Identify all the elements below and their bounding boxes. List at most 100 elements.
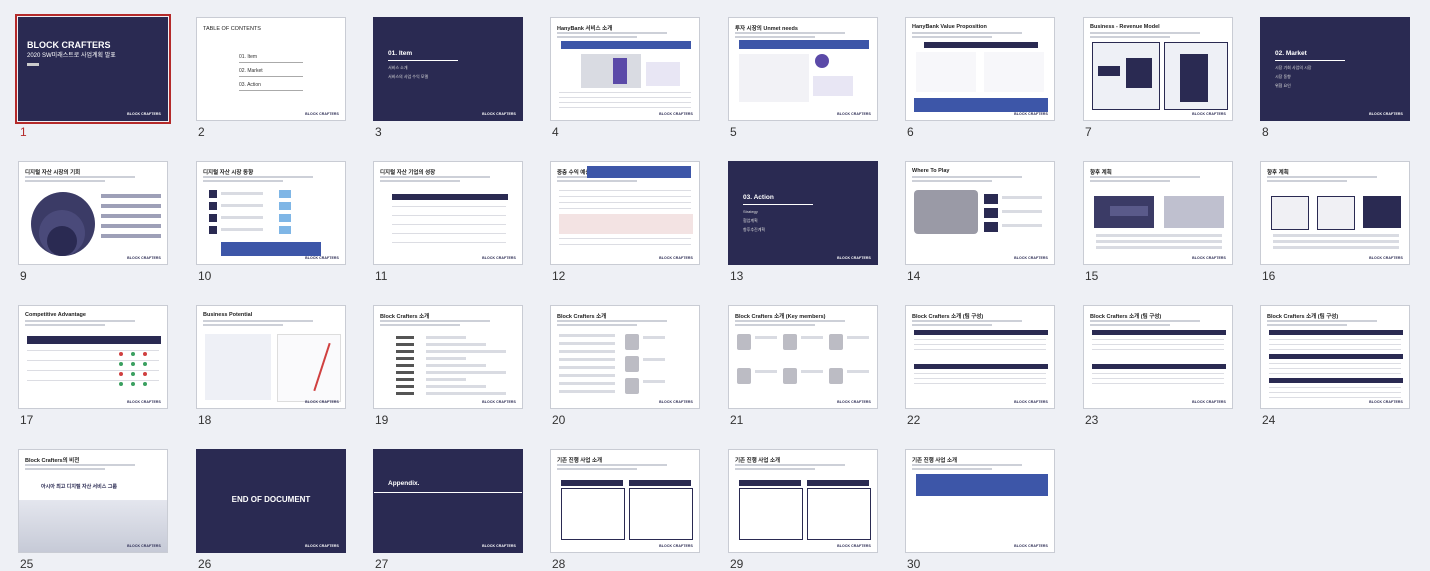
slide-thumbnail-18[interactable]: Business Potential BLOCK CRAFTERS 18 (196, 305, 348, 427)
slide-preview[interactable]: BLOCK CRAFTERS 2020 SW미래스트로 사업계획 발표 BLOCK … (15, 14, 171, 124)
slide-preview[interactable]: Block Crafters 소개 (팀 구성) BLOCK CRAFTERS (905, 305, 1055, 409)
slide-thumbnail-26[interactable]: END OF DOCUMENT BLOCK CRAFTERS 26 (196, 449, 348, 571)
slide-preview[interactable]: HanyBank 서비스 소개 BLOCK CRAFTERS (550, 17, 700, 121)
subtitle-line (1267, 180, 1347, 182)
slide-thumbnail-3[interactable]: 01. Item 서비스 소개 서비스의 사업 수익 모델 BLOCK CRAFTER… (373, 17, 525, 139)
slide-preview[interactable]: Business Potential BLOCK CRAFTERS (196, 305, 346, 409)
slide-preview[interactable]: Business - Revenue Model BLOCK CRAFTERS (1083, 17, 1233, 121)
subtitle-line (380, 320, 490, 322)
slide-preview[interactable]: Block Crafters의 비전 아시아 최고 디지털 자산 서비스 그룹 BL… (18, 449, 168, 553)
callout (221, 242, 321, 256)
team-header (1092, 330, 1226, 335)
subtitle-line (1267, 324, 1347, 326)
slide-thumbnail-27[interactable]: Appendix. BLOCK CRAFTERS 27 (373, 449, 525, 571)
slide-thumbnail-14[interactable]: Where To Play BLOCK CRAFTERS 14 (905, 161, 1057, 283)
slide-preview[interactable]: 기존 진행 사업 소개 BLOCK CRAFTERS (550, 449, 700, 553)
slide-thumbnail-9[interactable]: 디지털 자산 시장의 기회 BLOCK CRAFTERS 9 (18, 161, 170, 283)
text-line (1273, 234, 1399, 237)
brand-logo: BLOCK CRAFTERS (127, 112, 161, 116)
banner (561, 41, 691, 49)
table-row (27, 360, 159, 361)
slide-preview[interactable]: Block Crafters 소개 (팀 구성) BLOCK CRAFTERS (1260, 305, 1410, 409)
slide-preview[interactable]: 디지털 자산 시장의 기회 BLOCK CRAFTERS (18, 161, 168, 265)
slide-thumbnail-16[interactable]: 향후 계획 BLOCK CRAFTERS 16 (1260, 161, 1412, 283)
slide-thumbnail-25[interactable]: Block Crafters의 비전 아시아 최고 디지털 자산 서비스 그룹 BL… (18, 449, 170, 571)
subtitle-line (735, 324, 815, 326)
box (1180, 54, 1208, 102)
slide-preview[interactable]: 향후 계획 BLOCK CRAFTERS (1260, 161, 1410, 265)
text-line (221, 228, 263, 231)
slide-preview[interactable]: HanyBank Value Proposition BLOCK CRAFTERS (905, 17, 1055, 121)
toc-entry: 02. Market (239, 68, 263, 74)
slide-preview[interactable]: 투자 시장의 Unmet needs BLOCK CRAFTERS (728, 17, 878, 121)
slide-preview[interactable]: 02. Market 시장 기회 사업의 시장 시장 동향 위협 요인 BLOCK CR… (1260, 17, 1410, 121)
slide-preview[interactable]: 디지털 자산 시장 동향 BLOCK CRAFTERS (196, 161, 346, 265)
member-photo (783, 368, 797, 384)
slide-thumbnail-10[interactable]: 디지털 자산 시장 동향 BLOCK CRAFTERS 10 (196, 161, 348, 283)
slide-thumbnail-1[interactable]: BLOCK CRAFTERS 2020 SW미래스트로 사업계획 발표 BLOCK … (15, 14, 171, 139)
slide-thumbnail-2[interactable]: TABLE OF CONTENTS 01. Item 02. Market 03. A… (196, 17, 348, 139)
slide-preview[interactable]: 중층 수익 예상 BLOCK CRAFTERS (550, 161, 700, 265)
logo-box (279, 214, 291, 222)
text-line (221, 216, 263, 219)
slide-title: Appendix. (388, 480, 420, 487)
status-dot (119, 372, 123, 376)
slide-preview[interactable]: TABLE OF CONTENTS 01. Item 02. Market 03. A… (196, 17, 346, 121)
slide-thumbnail-11[interactable]: 디지털 자산 기업의 성장 BLOCK CRAFTERS 11 (373, 161, 525, 283)
slide-preview[interactable]: 디지털 자산 기업의 성장 BLOCK CRAFTERS (373, 161, 523, 265)
world-map (914, 190, 978, 234)
slide-preview[interactable]: Where To Play BLOCK CRAFTERS (905, 161, 1055, 265)
slide-thumbnail-8[interactable]: 02. Market 시장 기회 사업의 시장 시장 동향 위협 요인 BLOCK CR… (1260, 17, 1412, 139)
slide-thumbnail-7[interactable]: Business - Revenue Model BLOCK CRAFTERS 7 (1083, 17, 1235, 139)
slide-thumbnail-13[interactable]: 03. Action Strategy 협업계획 향후추진계획 BLOCK CRAFTE… (728, 161, 880, 283)
slide-preview[interactable]: Block Crafters 소개 BLOCK CRAFTERS (373, 305, 523, 409)
slide-thumbnail-29[interactable]: 기존 진행 사업 소개 BLOCK CRAFTERS 29 (728, 449, 880, 571)
brand-logo: BLOCK CRAFTERS (1014, 256, 1048, 260)
slide-thumbnail-24[interactable]: Block Crafters 소개 (팀 구성) BLOCK CRAFTERS 24 (1260, 305, 1412, 427)
slide-preview[interactable]: Block Crafters 소개 (Key members) BLOCK CRA… (728, 305, 878, 409)
section-title: 01. Item (388, 50, 413, 57)
subtitle-line (1090, 36, 1170, 38)
slide-thumbnail-22[interactable]: Block Crafters 소개 (팀 구성) BLOCK CRAFTERS 22 (905, 305, 1057, 427)
icon-box (209, 214, 217, 222)
slide-preview[interactable]: 03. Action Strategy 협업계획 향후추진계획 BLOCK CRAFTE… (728, 161, 878, 265)
slide-thumbnail-12[interactable]: 중층 수익 예상 BLOCK CRAFTERS 12 (550, 161, 702, 283)
slide-preview[interactable]: 01. Item 서비스 소개 서비스의 사업 수익 모델 BLOCK CRAFTER… (373, 17, 523, 121)
slide-title: Block Crafters 소개 (팀 구성) (1267, 314, 1339, 320)
slide-thumbnail-23[interactable]: Block Crafters 소개 (팀 구성) BLOCK CRAFTERS 23 (1083, 305, 1235, 427)
slide-thumbnail-21[interactable]: Block Crafters 소개 (Key members) BLOCK CRA… (728, 305, 880, 427)
slide-thumbnail-6[interactable]: HanyBank Value Proposition BLOCK CRAFTERS… (905, 17, 1057, 139)
icon-box (209, 226, 217, 234)
slide-preview[interactable]: Block Crafters 소개 BLOCK CRAFTERS (550, 305, 700, 409)
slide-thumbnail-4[interactable]: HanyBank 서비스 소개 BLOCK CRAFTERS 4 (550, 17, 702, 139)
slide-thumbnail-28[interactable]: 기존 진행 사업 소개 BLOCK CRAFTERS 28 (550, 449, 702, 571)
section-item: 협업계획 (743, 218, 758, 223)
member-text (801, 370, 823, 373)
value (426, 357, 466, 360)
slide-title: END OF DOCUMENT (231, 495, 311, 504)
slide-preview[interactable]: 향후 계획 BLOCK CRAFTERS (1083, 161, 1233, 265)
subtitle-line (912, 464, 1022, 466)
slide-preview[interactable]: END OF DOCUMENT BLOCK CRAFTERS (196, 449, 346, 553)
slide-preview[interactable]: Competitive Advantage BLOCK CRAFTERS (18, 305, 168, 409)
value (426, 350, 506, 353)
slide-preview[interactable]: Appendix. BLOCK CRAFTERS (373, 449, 523, 553)
slide-thumbnail-30[interactable]: 기존 진행 사업 소개 BLOCK CRAFTERS 30 (905, 449, 1057, 571)
slide-thumbnail-5[interactable]: 투자 시장의 Unmet needs BLOCK CRAFTERS 5 (728, 17, 880, 139)
slide-thumbnail-19[interactable]: Block Crafters 소개 BLOCK CRAFTERS 19 (373, 305, 525, 427)
slide-preview[interactable]: Block Crafters 소개 (팀 구성) BLOCK CRAFTERS (1083, 305, 1233, 409)
team-row (1092, 344, 1224, 345)
section-item: 시장 동향 (1275, 74, 1291, 79)
subtitle-line (25, 176, 135, 178)
slide-number: 9 (20, 269, 27, 283)
slide-preview[interactable]: 기존 진행 사업 소개 BLOCK CRAFTERS (905, 449, 1055, 553)
slide-thumbnail-20[interactable]: Block Crafters 소개 BLOCK CRAFTERS 20 (550, 305, 702, 427)
subtitle-line (735, 32, 845, 34)
slide-thumbnail-15[interactable]: 향후 계획 BLOCK CRAFTERS 15 (1083, 161, 1235, 283)
slide-thumbnail-17[interactable]: Competitive Advantage BLOCK CRAFTERS 17 (18, 305, 170, 427)
subtitle-line (25, 180, 105, 182)
value (426, 364, 486, 367)
slide-preview[interactable]: 기존 진행 사업 소개 BLOCK CRAFTERS (728, 449, 878, 553)
section-divider (743, 204, 813, 205)
brand-logo: BLOCK CRAFTERS (127, 256, 161, 260)
